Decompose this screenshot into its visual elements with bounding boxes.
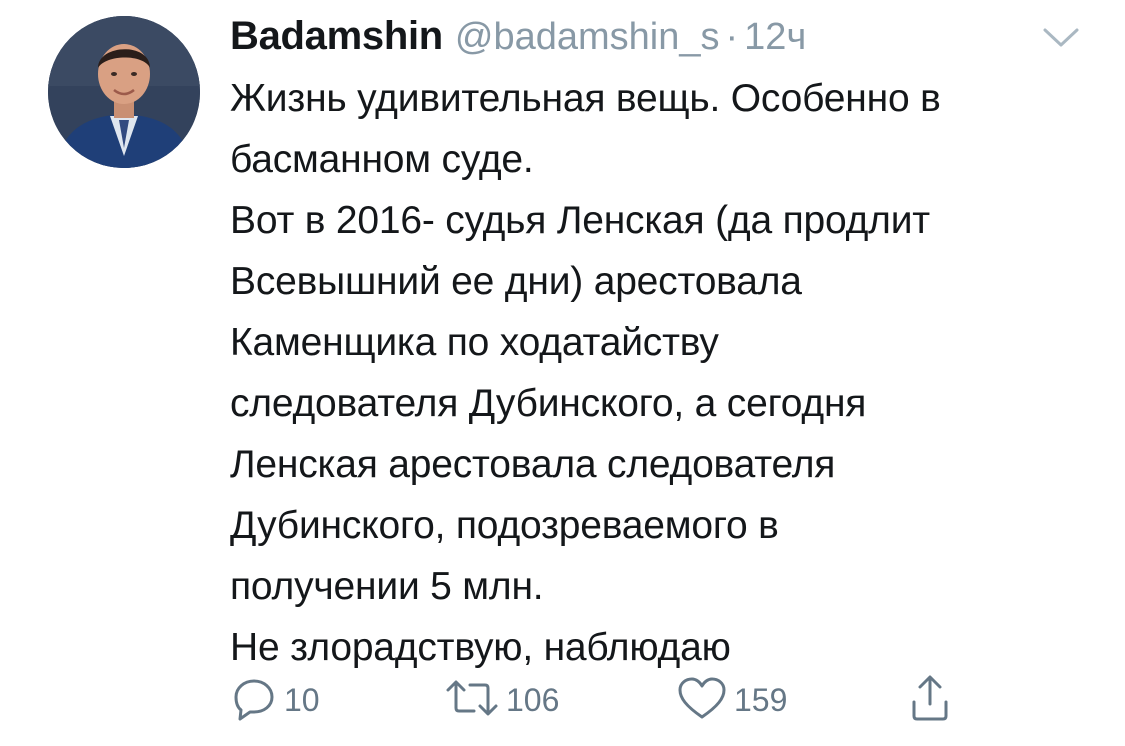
reply-button[interactable]: 10	[230, 672, 320, 728]
like-count: 159	[734, 681, 788, 718]
tweet-text-line: Не злорадствую, наблюдаю	[230, 626, 731, 669]
tweet-text-line: получении 5 млн.	[230, 565, 544, 608]
share-icon	[906, 672, 954, 729]
action-bar: 10 106 159	[230, 672, 990, 728]
avatar-image	[48, 16, 200, 168]
user-handle[interactable]: @badamshin_s	[455, 16, 720, 59]
reply-count: 10	[284, 681, 320, 718]
tweet-text-line: следователя Дубинского, а сегодня	[230, 382, 867, 425]
reply-icon	[230, 674, 278, 727]
tweet-text-line: Ленская арестовала следователя	[230, 443, 836, 486]
display-name[interactable]: Badamshin	[230, 14, 443, 59]
avatar[interactable]	[48, 16, 200, 168]
tweet-header: Badamshin @badamshin_s · 12ч	[230, 14, 806, 64]
retweet-count: 106	[506, 681, 560, 718]
chevron-down-icon[interactable]	[1042, 26, 1080, 50]
tweet-text-line: Всевышний ее дни) арестовала	[230, 260, 802, 303]
heart-icon	[676, 674, 728, 727]
like-button[interactable]: 159	[676, 672, 787, 728]
tweet-text-line: Вот в 2016- судья Ленская (да продлит	[230, 199, 930, 242]
tweet-text-line: басманном суде.	[230, 138, 534, 181]
separator-dot: ·	[725, 16, 739, 58]
tweet-text-line: Дубинского, подозреваемого в	[230, 504, 779, 547]
tweet-text-line: Каменщика по ходатайству	[230, 321, 719, 364]
retweet-icon	[444, 674, 500, 727]
tweet-text: Жизнь удивительная вещь. Особенно в басм…	[230, 68, 1100, 678]
timestamp[interactable]: 12ч	[744, 16, 806, 59]
tweet: Badamshin @badamshin_s · 12ч Жизнь удиви…	[0, 0, 1125, 746]
retweet-button[interactable]: 106	[444, 672, 559, 728]
share-button[interactable]	[906, 672, 954, 728]
tweet-text-line: Жизнь удивительная вещь. Особенно в	[230, 77, 941, 120]
